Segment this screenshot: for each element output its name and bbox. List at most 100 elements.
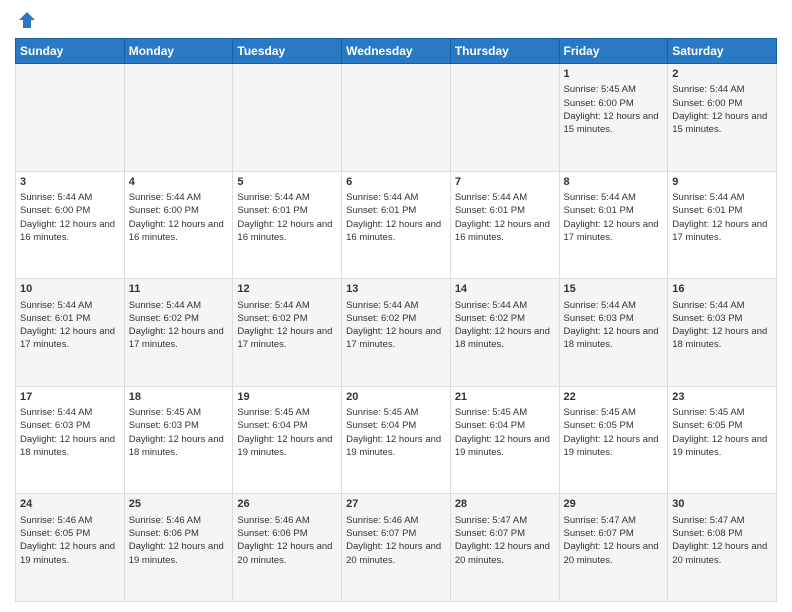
day-number: 24: [20, 497, 120, 512]
calendar-page: SundayMondayTuesdayWednesdayThursdayFrid…: [0, 0, 792, 612]
day-info: Sunset: 6:05 PM: [20, 527, 120, 540]
day-number: 19: [237, 390, 337, 405]
day-info: Sunrise: 5:45 AM: [564, 406, 664, 419]
day-number: 12: [237, 282, 337, 297]
day-info: Sunrise: 5:47 AM: [455, 514, 555, 527]
logo-icon: [17, 10, 37, 30]
day-number: 26: [237, 497, 337, 512]
weekday-header-friday: Friday: [559, 39, 668, 64]
day-info: Daylight: 12 hours and 18 minutes.: [20, 433, 120, 460]
day-info: Daylight: 12 hours and 17 minutes.: [20, 325, 120, 352]
day-number: 1: [564, 67, 664, 82]
day-info: Sunset: 6:06 PM: [129, 527, 229, 540]
day-number: 10: [20, 282, 120, 297]
calendar-cell: 19Sunrise: 5:45 AMSunset: 6:04 PMDayligh…: [233, 386, 342, 494]
day-number: 13: [346, 282, 446, 297]
day-number: 25: [129, 497, 229, 512]
day-info: Daylight: 12 hours and 19 minutes.: [564, 433, 664, 460]
day-info: Daylight: 12 hours and 17 minutes.: [237, 325, 337, 352]
day-number: 6: [346, 175, 446, 190]
day-info: Sunset: 6:04 PM: [237, 419, 337, 432]
day-info: Daylight: 12 hours and 20 minutes.: [455, 540, 555, 567]
day-info: Sunrise: 5:44 AM: [237, 299, 337, 312]
day-number: 15: [564, 282, 664, 297]
day-info: Sunset: 6:01 PM: [672, 204, 772, 217]
calendar-cell: 28Sunrise: 5:47 AMSunset: 6:07 PMDayligh…: [450, 494, 559, 602]
day-info: Daylight: 12 hours and 18 minutes.: [672, 325, 772, 352]
calendar-cell: 13Sunrise: 5:44 AMSunset: 6:02 PMDayligh…: [342, 279, 451, 387]
day-info: Daylight: 12 hours and 20 minutes.: [237, 540, 337, 567]
day-info: Sunset: 6:02 PM: [455, 312, 555, 325]
weekday-header-tuesday: Tuesday: [233, 39, 342, 64]
day-number: 27: [346, 497, 446, 512]
logo: [15, 10, 37, 30]
weekday-header-wednesday: Wednesday: [342, 39, 451, 64]
weekday-header-saturday: Saturday: [668, 39, 777, 64]
day-info: Sunset: 6:00 PM: [20, 204, 120, 217]
day-number: 17: [20, 390, 120, 405]
day-info: Sunrise: 5:45 AM: [346, 406, 446, 419]
day-info: Sunrise: 5:44 AM: [346, 299, 446, 312]
day-number: 4: [129, 175, 229, 190]
day-info: Sunrise: 5:44 AM: [564, 299, 664, 312]
day-info: Daylight: 12 hours and 18 minutes.: [564, 325, 664, 352]
day-info: Daylight: 12 hours and 20 minutes.: [346, 540, 446, 567]
day-number: 8: [564, 175, 664, 190]
day-info: Sunrise: 5:44 AM: [672, 299, 772, 312]
day-info: Sunrise: 5:44 AM: [237, 191, 337, 204]
day-info: Daylight: 12 hours and 19 minutes.: [455, 433, 555, 460]
day-info: Sunset: 6:01 PM: [564, 204, 664, 217]
day-number: 9: [672, 175, 772, 190]
day-info: Sunrise: 5:45 AM: [129, 406, 229, 419]
day-info: Sunset: 6:01 PM: [237, 204, 337, 217]
day-info: Sunset: 6:00 PM: [129, 204, 229, 217]
day-info: Sunrise: 5:44 AM: [129, 191, 229, 204]
day-number: 22: [564, 390, 664, 405]
day-info: Sunrise: 5:44 AM: [20, 191, 120, 204]
calendar-week-5: 24Sunrise: 5:46 AMSunset: 6:05 PMDayligh…: [16, 494, 777, 602]
day-info: Daylight: 12 hours and 16 minutes.: [129, 218, 229, 245]
calendar-cell: 20Sunrise: 5:45 AMSunset: 6:04 PMDayligh…: [342, 386, 451, 494]
day-info: Sunset: 6:03 PM: [20, 419, 120, 432]
day-number: 14: [455, 282, 555, 297]
calendar-cell: 3Sunrise: 5:44 AMSunset: 6:00 PMDaylight…: [16, 171, 125, 279]
day-number: 11: [129, 282, 229, 297]
calendar-week-2: 3Sunrise: 5:44 AMSunset: 6:00 PMDaylight…: [16, 171, 777, 279]
day-info: Daylight: 12 hours and 17 minutes.: [129, 325, 229, 352]
day-info: Daylight: 12 hours and 15 minutes.: [672, 110, 772, 137]
day-info: Daylight: 12 hours and 20 minutes.: [564, 540, 664, 567]
day-info: Daylight: 12 hours and 16 minutes.: [346, 218, 446, 245]
day-info: Sunrise: 5:46 AM: [20, 514, 120, 527]
day-info: Sunrise: 5:45 AM: [455, 406, 555, 419]
day-info: Sunrise: 5:44 AM: [129, 299, 229, 312]
day-info: Daylight: 12 hours and 19 minutes.: [237, 433, 337, 460]
calendar-cell: 18Sunrise: 5:45 AMSunset: 6:03 PMDayligh…: [124, 386, 233, 494]
day-number: 18: [129, 390, 229, 405]
day-info: Sunset: 6:06 PM: [237, 527, 337, 540]
day-info: Sunrise: 5:44 AM: [20, 299, 120, 312]
day-info: Sunset: 6:04 PM: [346, 419, 446, 432]
calendar-cell: 15Sunrise: 5:44 AMSunset: 6:03 PMDayligh…: [559, 279, 668, 387]
day-info: Daylight: 12 hours and 19 minutes.: [346, 433, 446, 460]
day-info: Sunset: 6:04 PM: [455, 419, 555, 432]
day-info: Sunset: 6:00 PM: [672, 97, 772, 110]
day-info: Daylight: 12 hours and 18 minutes.: [129, 433, 229, 460]
day-info: Sunset: 6:02 PM: [129, 312, 229, 325]
calendar-cell: 27Sunrise: 5:46 AMSunset: 6:07 PMDayligh…: [342, 494, 451, 602]
day-info: Sunrise: 5:47 AM: [672, 514, 772, 527]
day-info: Sunrise: 5:44 AM: [455, 191, 555, 204]
day-info: Daylight: 12 hours and 15 minutes.: [564, 110, 664, 137]
weekday-header-row: SundayMondayTuesdayWednesdayThursdayFrid…: [16, 39, 777, 64]
calendar-cell: 8Sunrise: 5:44 AMSunset: 6:01 PMDaylight…: [559, 171, 668, 279]
day-info: Daylight: 12 hours and 16 minutes.: [237, 218, 337, 245]
calendar-cell: 26Sunrise: 5:46 AMSunset: 6:06 PMDayligh…: [233, 494, 342, 602]
day-info: Daylight: 12 hours and 20 minutes.: [672, 540, 772, 567]
calendar-cell: [124, 64, 233, 172]
day-info: Sunset: 6:00 PM: [564, 97, 664, 110]
day-info: Sunrise: 5:46 AM: [129, 514, 229, 527]
calendar-cell: 30Sunrise: 5:47 AMSunset: 6:08 PMDayligh…: [668, 494, 777, 602]
day-number: 7: [455, 175, 555, 190]
day-number: 29: [564, 497, 664, 512]
day-info: Sunset: 6:08 PM: [672, 527, 772, 540]
day-info: Daylight: 12 hours and 17 minutes.: [672, 218, 772, 245]
